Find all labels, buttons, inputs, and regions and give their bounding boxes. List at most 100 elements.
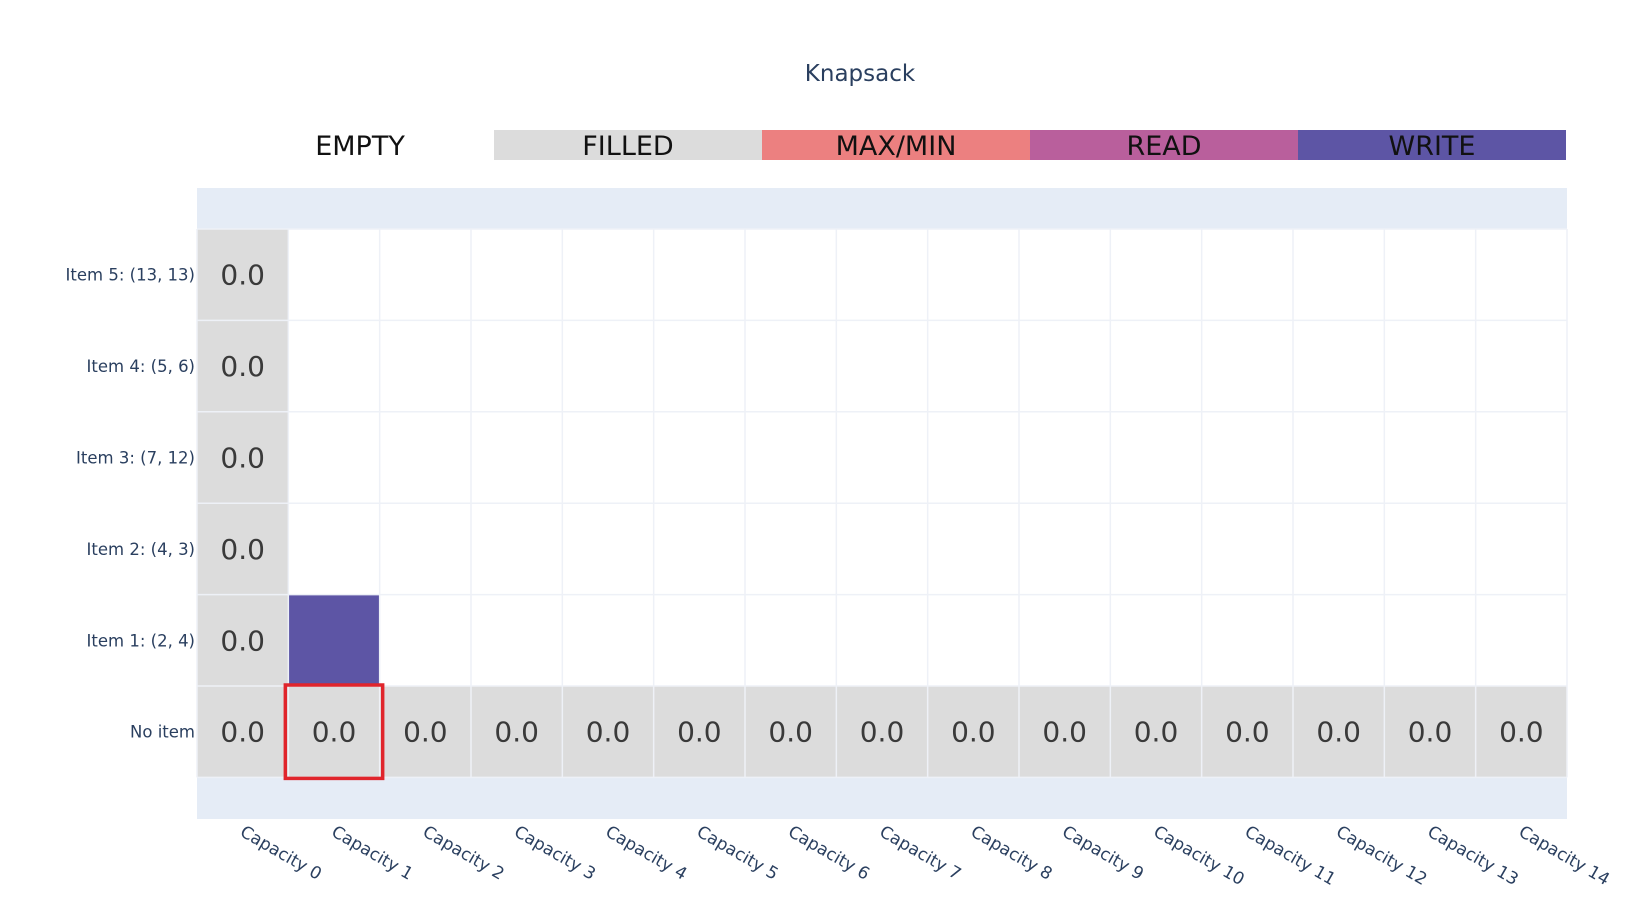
cell-value: 0.0 xyxy=(1408,716,1453,749)
heatmap-cell xyxy=(471,594,563,686)
cell-value: 0.0 xyxy=(220,716,265,749)
heatmap-cell xyxy=(836,594,928,686)
heatmap-cell xyxy=(1201,320,1293,412)
cell-value: 0.0 xyxy=(220,624,265,657)
heatmap-cell xyxy=(1475,229,1567,321)
heatmap-cell xyxy=(745,320,837,412)
x-tick-label: Capacity 13 xyxy=(1424,822,1522,890)
heatmap-cell xyxy=(288,229,380,321)
cell-value: 0.0 xyxy=(403,716,448,749)
heatmap-cell xyxy=(379,320,471,412)
heatmap-cell xyxy=(379,229,471,321)
legend-label: EMPTY xyxy=(315,131,405,162)
heatmap-cell xyxy=(1201,229,1293,321)
cell-value: 0.0 xyxy=(220,442,265,475)
heatmap-cell xyxy=(1293,229,1385,321)
x-tick-label: Capacity 10 xyxy=(1150,822,1248,890)
x-tick-label: Capacity 7 xyxy=(876,822,964,885)
cell-value: 0.0 xyxy=(220,533,265,566)
heatmap-cell xyxy=(288,411,380,504)
x-tick-label: Capacity 1 xyxy=(328,822,416,885)
heatmap-cell xyxy=(1201,594,1293,686)
heatmap-cell xyxy=(1019,229,1111,321)
heatmap-cell xyxy=(1110,503,1202,595)
heatmap-cell xyxy=(562,229,654,321)
heatmap-cell xyxy=(1475,503,1567,595)
heatmap-cell xyxy=(379,411,471,504)
y-tick-label: Item 3: (7, 12) xyxy=(76,449,195,468)
heatmap-cell xyxy=(745,594,837,686)
cell-value: 0.0 xyxy=(586,716,631,749)
heatmap-cell xyxy=(1110,320,1202,412)
heatmap-cell xyxy=(1201,411,1293,504)
x-tick-label: Capacity 2 xyxy=(419,822,507,885)
x-tick-label: Capacity 5 xyxy=(693,822,781,885)
x-tick-label: Capacity 8 xyxy=(967,822,1055,885)
x-tick-label: Capacity 3 xyxy=(511,822,599,885)
legend-label: MAX/MIN xyxy=(836,131,957,162)
heatmap-cell xyxy=(1384,320,1476,412)
heatmap-cell xyxy=(1201,503,1293,595)
x-tick-label: Capacity 4 xyxy=(602,822,690,885)
heatmap-cell xyxy=(1475,594,1567,686)
legend: EMPTY FILLED MAX/MIN READ WRITE xyxy=(226,130,1566,162)
heatmap-cell xyxy=(562,411,654,504)
x-tick-label: Capacity 11 xyxy=(1241,822,1339,890)
y-axis-ticks: Item 5: (13, 13) Item 4: (5, 6) Item 3: (7… xyxy=(66,266,195,742)
heatmap-cell xyxy=(927,503,1019,595)
heatmap-cell xyxy=(927,594,1019,686)
heatmap-cell xyxy=(471,503,563,595)
heatmap-cell xyxy=(836,320,928,412)
heatmap-cell xyxy=(1110,229,1202,321)
heatmap-cell xyxy=(1384,229,1476,321)
cell-value: 0.0 xyxy=(1225,716,1270,749)
heatmap-cell xyxy=(288,594,380,686)
heatmap-cell xyxy=(1293,503,1385,595)
heatmap-cell xyxy=(653,594,745,686)
heatmap-cell xyxy=(745,503,837,595)
x-tick-label: Capacity 9 xyxy=(1059,822,1147,885)
cell-value: 0.0 xyxy=(1499,716,1544,749)
x-tick-label: Capacity 6 xyxy=(785,822,873,885)
heatmap-cell xyxy=(653,229,745,321)
heatmap-cell xyxy=(288,503,380,595)
heatmap-cell xyxy=(927,320,1019,412)
x-tick-label: Capacity 14 xyxy=(1515,822,1613,890)
knapsack-chart: Knapsack EMPTY FILLED MAX/MIN READ WRITE 0.0… xyxy=(66,61,1613,890)
heatmap-cell xyxy=(379,594,471,686)
heatmap-cell xyxy=(1110,411,1202,504)
y-tick-label: No item xyxy=(130,723,195,742)
cell-value: 0.0 xyxy=(220,259,265,292)
heatmap-cell xyxy=(1475,320,1567,412)
heatmap-cell xyxy=(1293,320,1385,412)
cell-value: 0.0 xyxy=(494,716,539,749)
heatmap-cell xyxy=(471,229,563,321)
heatmap-cell xyxy=(1384,594,1476,686)
heatmap-cell xyxy=(836,229,928,321)
heatmap-cell xyxy=(562,320,654,412)
cell-value: 0.0 xyxy=(1042,716,1087,749)
heatmap-cell xyxy=(1019,320,1111,412)
cell-value: 0.0 xyxy=(768,716,813,749)
legend-label: WRITE xyxy=(1389,131,1476,162)
cell-value: 0.0 xyxy=(1316,716,1361,749)
heatmap-cell xyxy=(653,320,745,412)
heatmap-cell xyxy=(927,411,1019,504)
heatmap-cell xyxy=(1384,503,1476,595)
cell-value: 0.0 xyxy=(1134,716,1179,749)
heatmap-cell xyxy=(1293,411,1385,504)
heatmap-cell xyxy=(1384,411,1476,504)
heatmap-cell xyxy=(1475,411,1567,504)
cell-value: 0.0 xyxy=(220,350,265,383)
y-tick-label: Item 2: (4, 3) xyxy=(87,540,195,559)
heatmap-cell xyxy=(1019,503,1111,595)
heatmap-cell xyxy=(288,320,380,412)
y-tick-label: Item 1: (2, 4) xyxy=(87,631,195,650)
cell-value: 0.0 xyxy=(677,716,722,749)
heatmap-cell xyxy=(1019,594,1111,686)
heatmap-cell xyxy=(836,503,928,595)
legend-label: READ xyxy=(1126,131,1201,162)
heatmap-cell xyxy=(1019,411,1111,504)
heatmap-cell xyxy=(1110,594,1202,686)
heatmap-cell xyxy=(1293,594,1385,686)
